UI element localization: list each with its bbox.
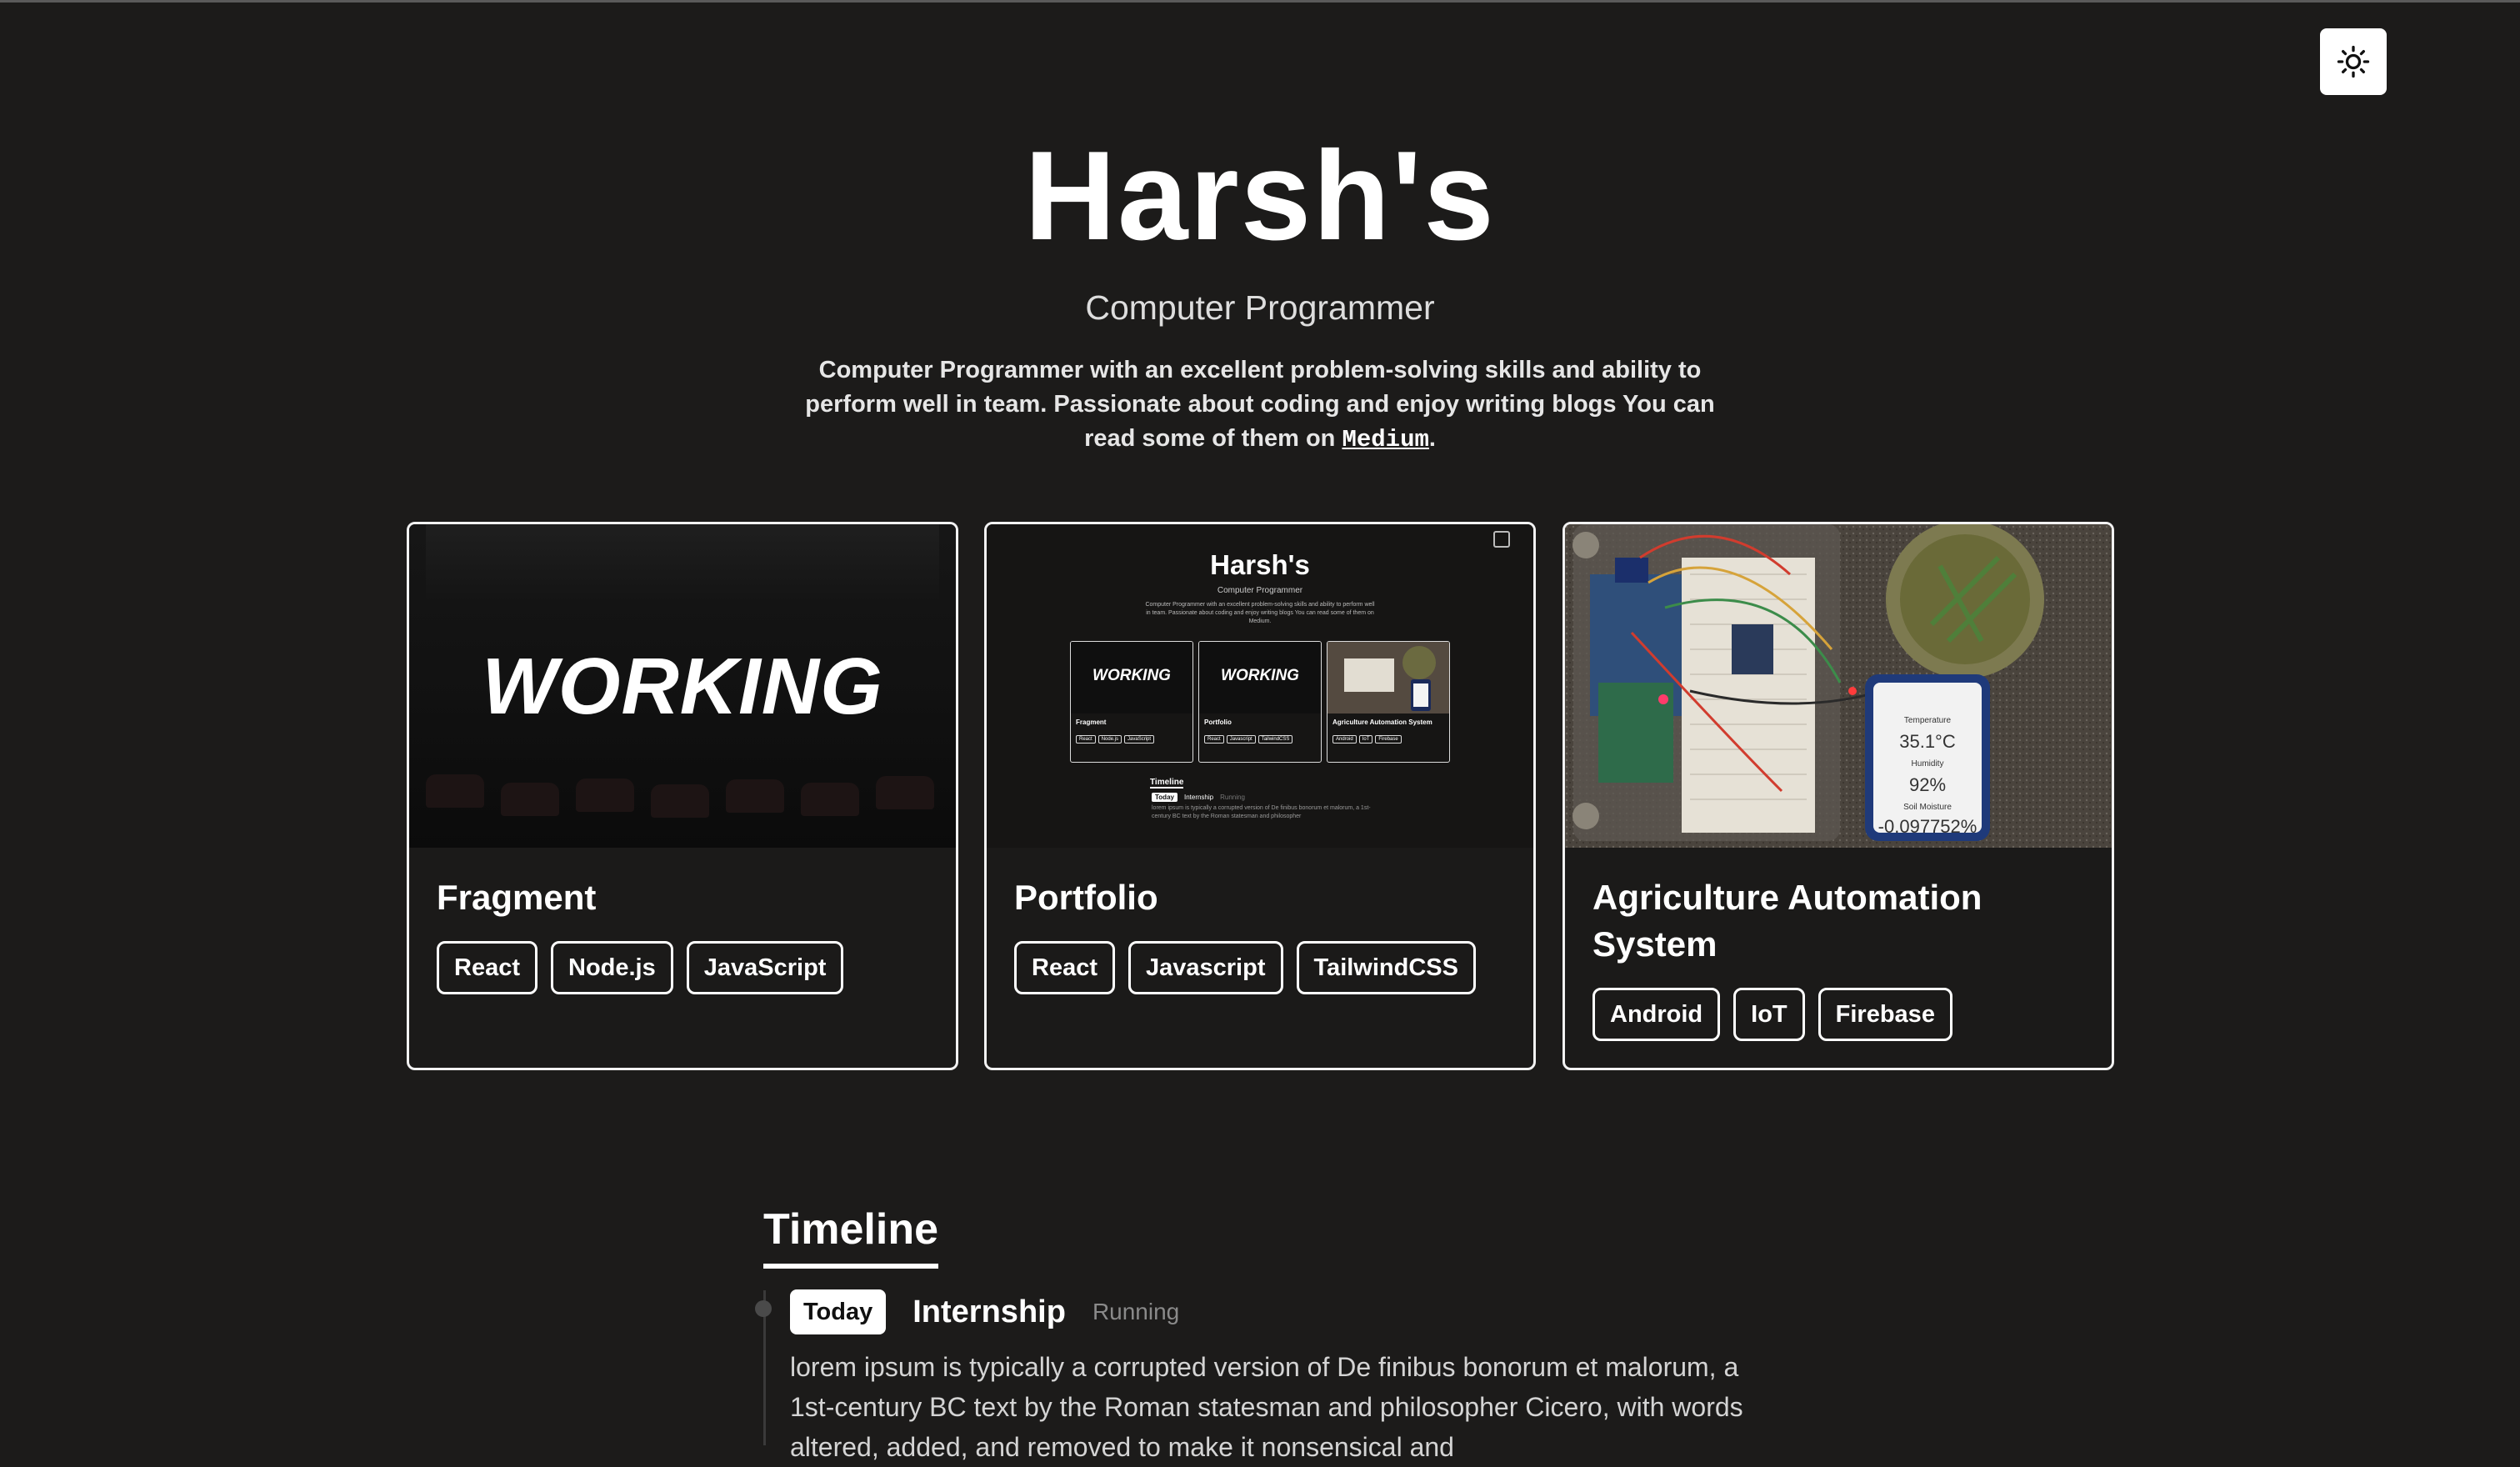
mini-card-title: Fragment (1076, 718, 1107, 726)
page-title: Harsh's (1024, 125, 1496, 267)
mini-timeline-row: Today Internship Running (1152, 793, 1245, 802)
circuit-photo (1565, 524, 2112, 848)
project-card-portfolio[interactable]: Harsh's Computer Programmer Computer Pro… (984, 522, 1536, 1070)
project-thumbnail-agriculture: Temperature 35.1°C Humidity 92% Soil Moi… (1565, 524, 2112, 848)
phone-humidity-value: 92% (1908, 774, 1947, 795)
mini-tag: TailwindCSS (1258, 735, 1293, 744)
page-subtitle: Computer Programmer (1085, 288, 1435, 327)
timeline-item-header: Today Internship Running (790, 1289, 1179, 1334)
mini-card-word: WORKING (1092, 667, 1171, 684)
phone-temp-label: Temperature (1903, 716, 1952, 725)
project-title: Portfolio (1014, 878, 1158, 917)
mini-tag: Node.js (1098, 735, 1122, 744)
mini-timeline-status: Running (1220, 794, 1245, 801)
project-title: Agriculture Automation System (1592, 878, 1982, 964)
project-title: Fragment (437, 878, 597, 917)
mini-tag: React (1204, 735, 1224, 744)
mini-card-word: WORKING (1221, 667, 1299, 684)
timeline-item-status: Running (1092, 1299, 1180, 1324)
mini-card: WORKING Fragment React Node.js JavaScrip… (1070, 641, 1193, 763)
thumbnail-screen (426, 524, 939, 603)
seat-graphic (801, 783, 859, 816)
tag-list: React Javascript TailwindCSS (1014, 941, 1476, 994)
timeline-heading: Timeline (763, 1200, 939, 1269)
tag-javascript[interactable]: Javascript (1128, 941, 1283, 994)
seat-graphic (501, 783, 559, 816)
mini-card: Agriculture Automation System Android Io… (1327, 641, 1450, 763)
mini-timeline-title: Internship (1183, 794, 1214, 801)
mini-circuit-photo (1328, 642, 1449, 713)
mini-card-thumb (1328, 642, 1449, 713)
bio-text-main: Computer Programmer with an excellent pr… (805, 357, 1715, 452)
tag-firebase[interactable]: Firebase (1818, 988, 1952, 1041)
phone-soil-label: Soil Moisture (1903, 803, 1952, 812)
seat-graphic (876, 776, 934, 809)
mini-toggle-icon (1493, 531, 1510, 548)
tag-javascript[interactable]: JavaScript (686, 941, 844, 994)
tag-react[interactable]: React (437, 941, 538, 994)
theme-toggle-button[interactable] (2320, 28, 2387, 95)
project-card-agriculture[interactable]: Temperature 35.1°C Humidity 92% Soil Moi… (1562, 522, 2114, 1070)
sun-icon (2337, 45, 2370, 78)
bio-text: Computer Programmer with an excellent pr… (777, 353, 1743, 457)
seat-graphic (576, 779, 634, 812)
hero-section: Harsh's Computer Programmer Computer Pro… (0, 125, 2520, 457)
mini-tag: Android (1332, 735, 1357, 744)
mini-tag-list: React Javascript TailwindCSS (1204, 735, 1293, 744)
mini-bio: Computer Programmer with an excellent pr… (1145, 602, 1375, 624)
mini-title: Harsh's (1210, 549, 1310, 580)
mini-timeline-badge: Today (1152, 793, 1178, 802)
mini-timeline-heading: Timeline (1150, 778, 1184, 789)
tag-list: React Node.js JavaScript (437, 941, 844, 994)
top-border (0, 0, 2520, 3)
mini-tag: JavaScript (1124, 735, 1155, 744)
seat-graphic (651, 784, 709, 818)
mini-card-title: Agriculture Automation System (1332, 718, 1432, 726)
mini-subtitle: Computer Programmer (1217, 586, 1303, 595)
timeline-item-title: Internship (912, 1294, 1066, 1329)
phone-soil-value: -0.097752% (1878, 816, 1978, 837)
seat-graphic (426, 774, 484, 808)
mini-tag-list: React Node.js JavaScript (1076, 735, 1155, 744)
timeline-badge: Today (790, 1289, 887, 1334)
mini-tag: React (1076, 735, 1096, 744)
project-card-fragment[interactable]: WORKING Fragment React Node.js JavaScrip… (407, 522, 958, 1070)
mini-timeline-text: lorem ipsum is typically a corrupted ver… (1152, 805, 1371, 819)
thumbnail-word: WORKING (482, 642, 883, 731)
tag-list: Android IoT Firebase (1592, 988, 1952, 1041)
tag-iot[interactable]: IoT (1733, 988, 1805, 1041)
project-thumbnail-portfolio: Harsh's Computer Programmer Computer Pro… (987, 524, 1533, 848)
mini-tag: IoT (1358, 735, 1373, 744)
timeline-item-text: lorem ipsum is typically a corrupted ver… (790, 1352, 1743, 1462)
tag-nodejs[interactable]: Node.js (551, 941, 673, 994)
phone-humidity-label: Humidity (1911, 759, 1944, 769)
timeline-dot (755, 1300, 772, 1317)
mini-card-title: Portfolio (1204, 718, 1232, 726)
bio-text-end: . (1428, 425, 1436, 452)
phone-temp-value: 35.1°C (1899, 731, 1956, 752)
seat-graphic (726, 779, 784, 813)
project-thumbnail-fragment: WORKING (409, 524, 956, 848)
tag-react[interactable]: React (1014, 941, 1115, 994)
mini-tag-list: Android IoT Firebase (1332, 735, 1402, 744)
tag-android[interactable]: Android (1592, 988, 1721, 1041)
medium-link[interactable]: Medium (1342, 426, 1428, 453)
mini-tag: Javascript (1226, 735, 1256, 744)
mini-card: WORKING Portfolio React Javascript Tailw… (1198, 641, 1322, 763)
mini-tag: Firebase (1375, 735, 1402, 744)
tag-tailwindcss[interactable]: TailwindCSS (1296, 941, 1476, 994)
